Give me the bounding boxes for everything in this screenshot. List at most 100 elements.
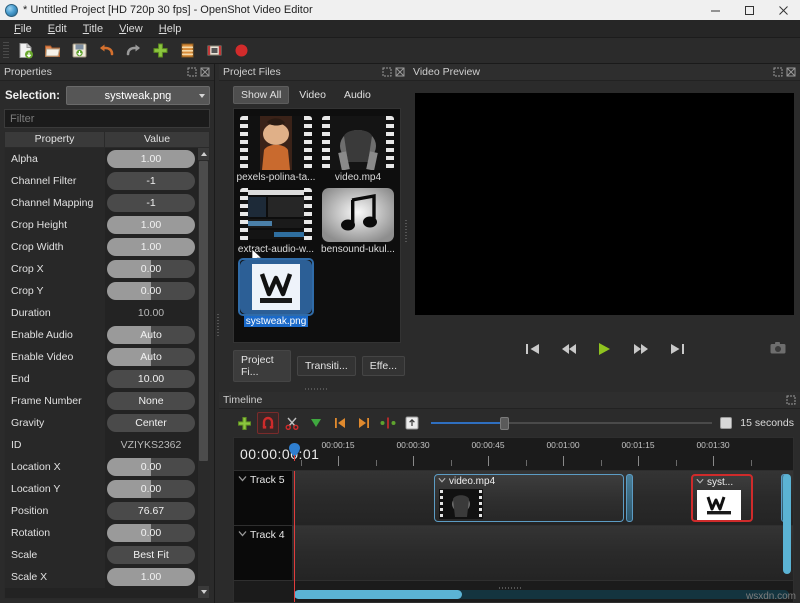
float-icon[interactable] — [786, 395, 796, 405]
import-files-icon[interactable] — [147, 39, 174, 63]
razor-tool-button[interactable] — [281, 412, 303, 434]
playhead-line[interactable] — [294, 471, 295, 602]
timeline-track[interactable]: Track 4 — [234, 526, 793, 581]
toolbar-grip[interactable] — [3, 42, 9, 60]
playhead-handle[interactable] — [289, 443, 300, 459]
project-file-thumbnail[interactable] — [240, 188, 312, 242]
menu-file[interactable]: File — [6, 21, 40, 37]
project-file-item[interactable]: extract-audio-w... — [236, 185, 316, 255]
rewind-button[interactable] — [560, 341, 578, 357]
property-row[interactable]: Crop X0.00 — [5, 258, 197, 280]
property-value[interactable]: 0.00 — [105, 258, 197, 280]
fast-forward-button[interactable] — [632, 341, 650, 357]
undo-icon[interactable] — [93, 39, 120, 63]
scroll-down-icon[interactable] — [198, 586, 209, 598]
property-row[interactable]: IDVZIYKS2362 — [5, 434, 197, 456]
selection-dropdown[interactable]: systweak.png — [66, 86, 210, 105]
project-file-item[interactable]: pexels-polina-ta... — [236, 113, 316, 183]
chevron-down-icon[interactable] — [238, 529, 247, 541]
property-value[interactable]: -1 — [105, 170, 197, 192]
project-file-item[interactable]: video.mp4 — [318, 113, 398, 183]
property-row[interactable]: Location X0.00 — [5, 456, 197, 478]
property-row[interactable]: Channel Filter-1 — [5, 170, 197, 192]
menu-title[interactable]: Title — [75, 21, 111, 37]
timeline-tracks[interactable]: Track 5 video.mp4 syst... Track 4 — [233, 471, 794, 603]
project-file-item[interactable]: bensound-ukul... — [318, 185, 398, 255]
property-value[interactable]: 1.00 — [105, 236, 197, 258]
close-button[interactable] — [766, 0, 800, 20]
property-value[interactable]: None — [105, 390, 197, 412]
project-file-thumbnail[interactable] — [322, 116, 394, 170]
property-row[interactable]: Alpha1.00 — [5, 148, 197, 170]
property-value[interactable]: 76.67 — [105, 500, 197, 522]
preview-canvas[interactable] — [415, 93, 794, 315]
property-row[interactable]: Crop Width1.00 — [5, 236, 197, 258]
property-row[interactable]: ScaleBest Fit — [5, 544, 197, 566]
property-value[interactable]: 0.00 — [105, 478, 197, 500]
track-header[interactable]: Track 4 — [234, 526, 292, 580]
chevron-down-icon[interactable] — [696, 477, 704, 488]
properties-scrollbar[interactable] — [197, 148, 209, 598]
property-value[interactable]: 0.00 — [105, 522, 197, 544]
property-value[interactable]: Auto — [105, 346, 197, 368]
previous-marker-button[interactable] — [329, 412, 351, 434]
redo-icon[interactable] — [120, 39, 147, 63]
timeline-track[interactable]: Track 5 video.mp4 syst... — [234, 471, 793, 526]
project-files-grid[interactable]: pexels-polina-ta...video.mp4extract-audi… — [233, 108, 401, 343]
property-row[interactable]: Frame NumberNone — [5, 390, 197, 412]
timeline-clip[interactable]: syst... — [691, 474, 753, 522]
add-marker-button[interactable] — [305, 412, 327, 434]
property-row[interactable]: Enable AudioAuto — [5, 324, 197, 346]
track-header[interactable]: Track 5 — [234, 471, 292, 525]
new-project-icon[interactable] — [12, 39, 39, 63]
timeline-hscrollbar-thumb[interactable] — [294, 590, 462, 599]
clip-resize-handle[interactable] — [626, 474, 633, 522]
snapping-toggle-button[interactable] — [257, 412, 279, 434]
zoom-fit-button[interactable] — [401, 412, 423, 434]
property-value[interactable]: Center — [105, 412, 197, 434]
filter-tab-show-all[interactable]: Show All — [233, 86, 289, 104]
timeline-hsplitter[interactable] — [219, 585, 800, 591]
timeline-vscrollbar-thumb[interactable] — [783, 474, 791, 574]
property-value[interactable]: Best Fit — [105, 544, 197, 566]
property-row[interactable]: GravityCenter — [5, 412, 197, 434]
zoom-slider[interactable] — [431, 412, 712, 434]
float-icon[interactable] — [187, 67, 197, 77]
filter-input[interactable]: Filter — [4, 109, 210, 128]
timeline-clip[interactable]: video.mp4 — [434, 474, 624, 522]
property-row[interactable]: Enable VideoAuto — [5, 346, 197, 368]
close-icon[interactable] — [395, 67, 405, 77]
property-value[interactable]: 0.00 — [105, 456, 197, 478]
float-icon[interactable] — [773, 67, 783, 77]
zoom-slider-handle[interactable] — [500, 417, 509, 430]
property-row[interactable]: Crop Height1.00 — [5, 214, 197, 236]
scrollbar-thumb[interactable] — [199, 161, 208, 461]
property-value[interactable]: -1 — [105, 192, 197, 214]
snapshot-icon[interactable] — [770, 341, 786, 355]
scroll-up-icon[interactable] — [198, 148, 209, 160]
timeline-ruler[interactable]: 00:00:00:01 00:00:1500:00:3000:00:4500:0… — [233, 437, 794, 471]
jump-start-button[interactable] — [524, 341, 542, 357]
property-value[interactable]: 10.00 — [105, 368, 197, 390]
property-value[interactable]: 0.00 — [105, 280, 197, 302]
export-video-icon[interactable] — [228, 39, 255, 63]
minimize-button[interactable] — [698, 0, 732, 20]
property-row[interactable]: Location Y0.00 — [5, 478, 197, 500]
save-project-icon[interactable] — [66, 39, 93, 63]
property-row[interactable]: Position76.67 — [5, 500, 197, 522]
next-marker-button[interactable] — [353, 412, 375, 434]
project-file-item[interactable]: systweak.png — [236, 257, 316, 327]
project-file-thumbnail[interactable] — [240, 116, 312, 170]
property-row[interactable]: Channel Mapping-1 — [5, 192, 197, 214]
chevron-down-icon[interactable] — [238, 474, 247, 486]
chevron-down-icon[interactable] — [438, 476, 446, 487]
open-project-icon[interactable] — [39, 39, 66, 63]
bottom-tab-1[interactable]: Transiti... — [297, 356, 356, 376]
property-value[interactable]: 1.00 — [105, 214, 197, 236]
filter-tab-audio[interactable]: Audio — [336, 86, 379, 104]
maximize-button[interactable] — [732, 0, 766, 20]
close-icon[interactable] — [786, 67, 796, 77]
play-button[interactable] — [596, 341, 614, 357]
project-file-thumbnail[interactable] — [240, 260, 312, 314]
property-row[interactable]: Crop Y0.00 — [5, 280, 197, 302]
